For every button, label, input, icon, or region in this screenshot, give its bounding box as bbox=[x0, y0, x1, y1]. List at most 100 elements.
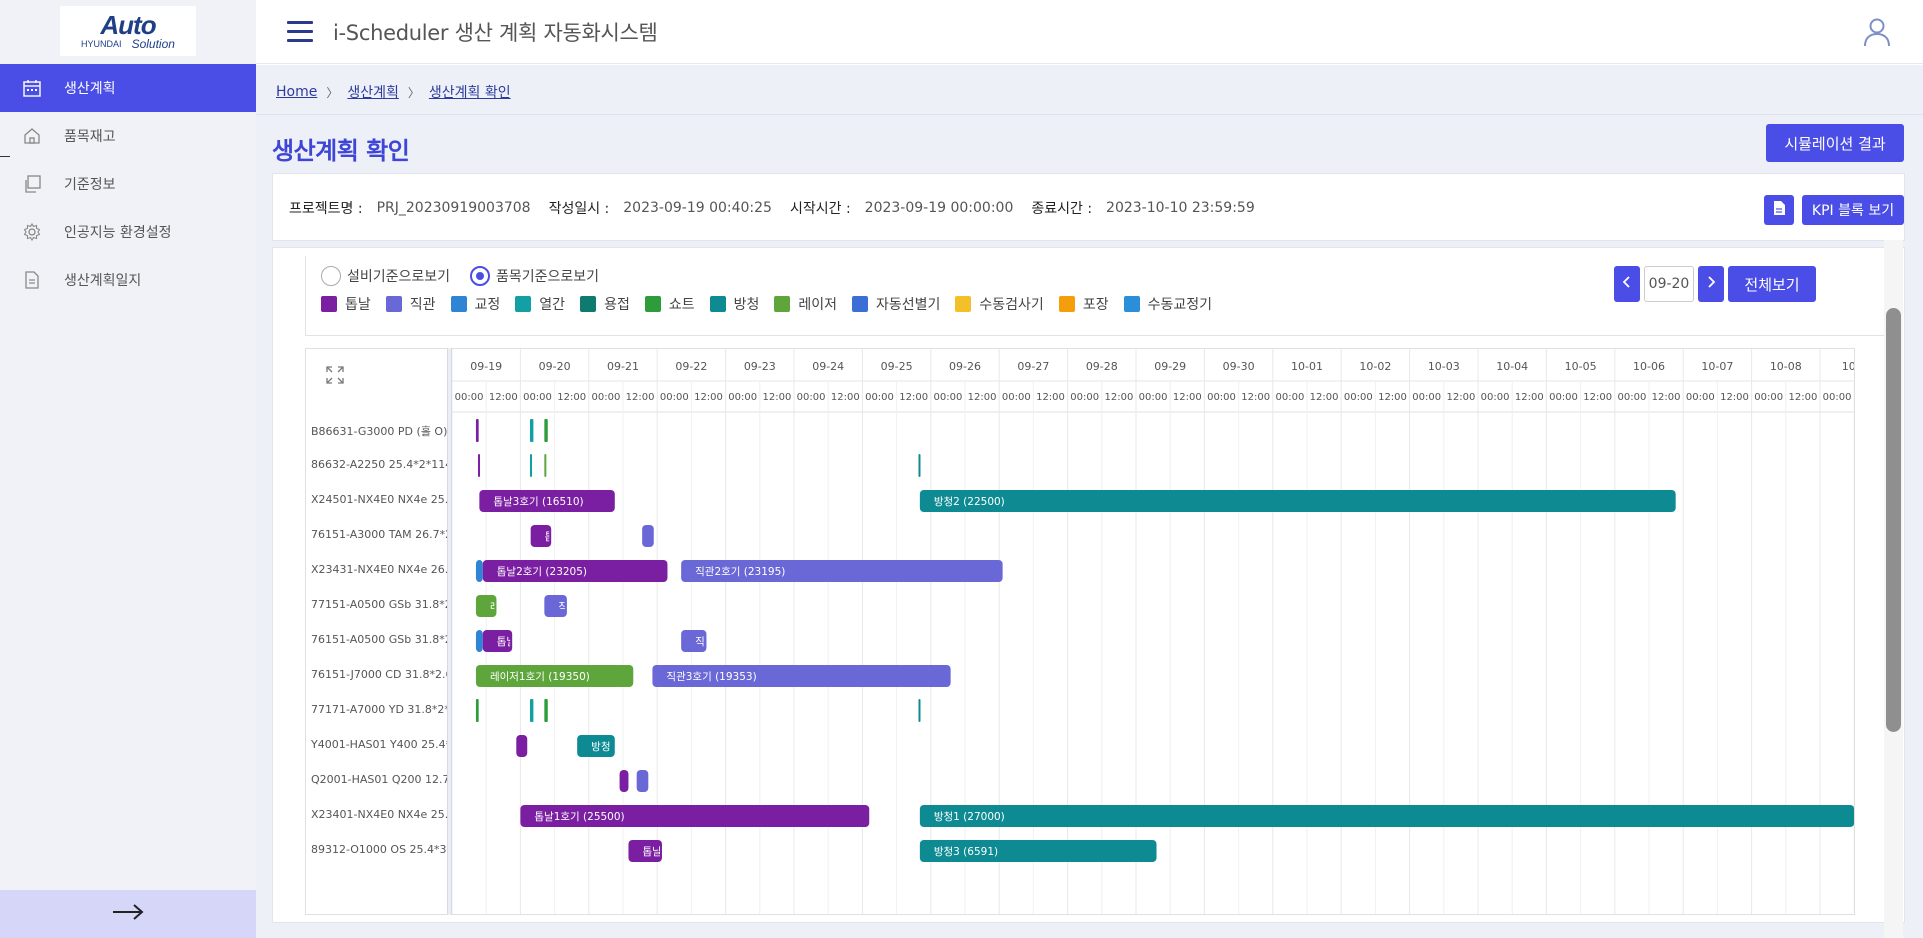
gantt-task-bar[interactable] bbox=[918, 699, 921, 722]
legend-label: 포장 bbox=[1082, 297, 1109, 313]
radio-equipment-view[interactable]: 설비기준으로보기 bbox=[321, 266, 450, 286]
view-all-button[interactable]: 전체보기 bbox=[1728, 266, 1816, 302]
gantt-task-bar[interactable] bbox=[529, 454, 533, 477]
gantt-task-label: 직관2호기 (23195) bbox=[695, 566, 785, 578]
legend-label: 레이저 bbox=[798, 297, 837, 313]
prev-date-button[interactable] bbox=[1614, 266, 1640, 302]
sidebar-item-ai-settings[interactable]: 인공지능 환경설정 bbox=[0, 208, 256, 256]
date-tick-label: 09-21 bbox=[607, 360, 639, 373]
gantt-task-label: 톱날3호기 (16510) bbox=[493, 496, 583, 508]
legend-label: 열간 bbox=[539, 297, 566, 313]
gantt-task-bar[interactable] bbox=[475, 560, 483, 582]
breadcrumb-production-plan[interactable]: 생산계획 bbox=[347, 82, 399, 102]
chevron-right-icon: 〉 bbox=[326, 85, 339, 100]
legend-swatch bbox=[644, 296, 661, 312]
legend-item: 쇼트 bbox=[644, 294, 695, 314]
sidebar-item-label: 품목재고 bbox=[64, 129, 116, 145]
gantt-task-bar[interactable] bbox=[475, 630, 483, 652]
kpi-block-button[interactable]: KPI 블록 보기 bbox=[1802, 195, 1904, 225]
next-date-button[interactable] bbox=[1698, 266, 1724, 302]
sidebar-item-inventory[interactable]: 품목재고 bbox=[0, 112, 256, 160]
date-tick-label: 10-04 bbox=[1496, 360, 1528, 373]
hour-tick-label: 12:00 bbox=[626, 392, 655, 403]
legend-swatch bbox=[709, 296, 726, 312]
end-label: 종료시간 : bbox=[1031, 201, 1093, 217]
gantt-row-name: B86631-G3000 PD (홀 O) 4 bbox=[311, 425, 447, 438]
gantt-row-name: 76151-J7000 CD 31.8*2.6*1 bbox=[311, 668, 447, 681]
legend-swatch bbox=[1058, 296, 1075, 312]
document-icon bbox=[22, 270, 42, 290]
breadcrumb: Home 〉 생산계획 〉 생산계획 확인 bbox=[276, 82, 511, 102]
radio-item-view[interactable]: 품목기준으로보기 bbox=[470, 266, 599, 286]
legend-swatch bbox=[1123, 296, 1140, 312]
gantt-task-bar[interactable] bbox=[544, 419, 548, 442]
radio-label: 품목기준으로보기 bbox=[496, 269, 600, 285]
gantt-task-bar[interactable] bbox=[544, 454, 547, 477]
hour-tick-label: 12:00 bbox=[1446, 392, 1475, 403]
hour-tick-label: 00:00 bbox=[1481, 392, 1510, 403]
sidebar-item-master-data[interactable]: 기준정보 bbox=[0, 160, 256, 208]
current-date-field[interactable]: 09-20 bbox=[1644, 266, 1694, 302]
gantt-task-bar[interactable] bbox=[642, 525, 654, 547]
hour-tick-label: 00:00 bbox=[1412, 392, 1441, 403]
date-tick-label: 09-20 bbox=[539, 360, 571, 373]
hour-tick-label: 00:00 bbox=[1754, 392, 1783, 403]
legend-swatch bbox=[955, 296, 972, 312]
date-tick-label: 09-24 bbox=[812, 360, 844, 373]
simulation-result-button[interactable]: 시뮬레이션 결과 bbox=[1766, 124, 1904, 162]
date-tick-label: 10-02 bbox=[1359, 360, 1391, 373]
legend-item: 수동검사기 bbox=[955, 294, 1044, 314]
breadcrumb-home[interactable]: Home bbox=[276, 84, 317, 100]
user-icon[interactable] bbox=[1861, 16, 1893, 48]
hour-tick-label: 12:00 bbox=[489, 392, 518, 403]
hour-tick-label: 12:00 bbox=[1310, 392, 1339, 403]
gantt-task-bar[interactable] bbox=[544, 699, 548, 722]
gantt-task-bar[interactable] bbox=[475, 419, 479, 442]
hour-tick-label: 12:00 bbox=[1652, 392, 1681, 403]
hour-tick-label: 12:00 bbox=[899, 392, 928, 403]
gantt-row-name: Y4001-HAS01 Y400 25.4*1 bbox=[311, 738, 447, 751]
legend-item: 자동선별기 bbox=[852, 294, 940, 314]
nav-marker bbox=[0, 156, 10, 157]
gear-icon bbox=[22, 222, 42, 242]
gantt-task-bar[interactable] bbox=[636, 770, 649, 792]
gantt-row-name: Q2001-HAS01 Q200 12.7*2 bbox=[311, 773, 447, 786]
calendar-icon bbox=[22, 78, 42, 98]
hour-tick-label: 00:00 bbox=[933, 392, 962, 403]
gantt-task-bar[interactable] bbox=[919, 490, 1676, 512]
chevron-right-icon: 〉 bbox=[407, 85, 420, 100]
sidebar-item-production-plan[interactable]: 생산계획 bbox=[0, 64, 256, 112]
breadcrumb-plan-check[interactable]: 생산계획 확인 bbox=[429, 82, 511, 102]
gantt-task-label: 직관3호기 (19353) bbox=[666, 671, 756, 683]
start-value: 2023-09-19 00:00:00 bbox=[864, 200, 1014, 216]
gantt-row-name: 76151-A0500 GSb 31.8*2*9 bbox=[311, 633, 447, 646]
hour-tick-label: 00:00 bbox=[1344, 392, 1373, 403]
gantt-task-bar[interactable] bbox=[477, 454, 480, 477]
date-tick-label: 09-22 bbox=[675, 360, 707, 373]
legend-item: 교정 bbox=[450, 294, 500, 314]
gantt-task-bar[interactable] bbox=[529, 419, 534, 442]
sidebar-item-label: 생산계획 bbox=[64, 81, 116, 97]
legend-swatch bbox=[580, 296, 597, 312]
gantt-task-bar[interactable] bbox=[619, 770, 629, 792]
date-tick-label: 09-29 bbox=[1154, 360, 1186, 373]
hour-tick-label: 12:00 bbox=[1720, 392, 1749, 403]
date-tick-label: 09-23 bbox=[744, 360, 776, 373]
radio-circle bbox=[321, 266, 341, 286]
hamburger-menu-icon[interactable] bbox=[287, 21, 313, 43]
hour-tick-label: 00:00 bbox=[1275, 392, 1304, 403]
legend-swatch bbox=[774, 296, 791, 312]
gantt-task-bar[interactable] bbox=[919, 805, 1854, 827]
gantt-task-bar[interactable] bbox=[475, 699, 479, 722]
sidebar-collapse-button[interactable] bbox=[0, 890, 256, 938]
export-document-button[interactable] bbox=[1764, 195, 1794, 225]
gantt-task-bar[interactable] bbox=[918, 454, 921, 477]
expand-icon[interactable] bbox=[326, 366, 344, 384]
arrow-right-icon bbox=[111, 902, 145, 926]
hour-tick-label: 12:00 bbox=[1378, 392, 1407, 403]
sidebar-item-production-log[interactable]: 생산계획일지 bbox=[0, 256, 256, 304]
scrollbar[interactable] bbox=[1886, 308, 1901, 732]
gantt-row-name: 77151-A0500 GSb 31.8*2*5 bbox=[311, 598, 447, 611]
gantt-task-bar[interactable] bbox=[529, 699, 534, 722]
gantt-task-bar[interactable] bbox=[516, 735, 528, 757]
